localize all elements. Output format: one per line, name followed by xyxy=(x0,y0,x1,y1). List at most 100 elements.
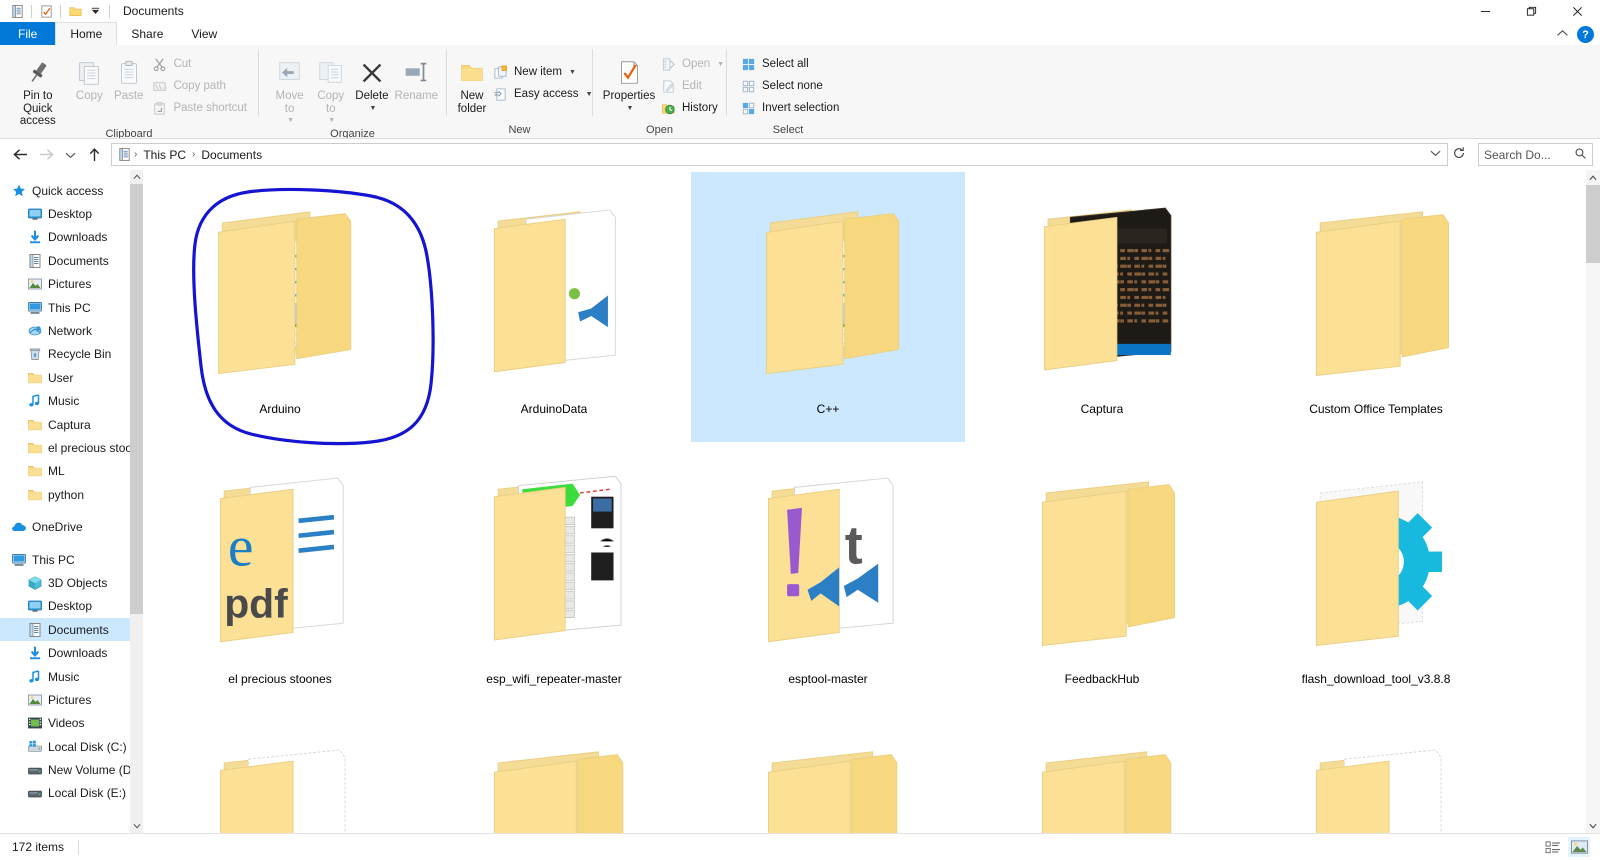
move-to-button[interactable]: Move to ▼ xyxy=(269,50,310,128)
select-all-button[interactable]: Select all xyxy=(737,53,844,75)
address-dropdown-button[interactable] xyxy=(1425,149,1445,160)
sidebar-item-documents[interactable]: Documents xyxy=(0,618,143,642)
refresh-button[interactable] xyxy=(1448,146,1470,163)
tab-share[interactable]: Share xyxy=(117,22,177,45)
qat-new-folder-icon[interactable] xyxy=(65,1,85,21)
easy-access-button[interactable]: Easy access ▼ xyxy=(489,83,598,105)
paste-button[interactable]: Paste xyxy=(109,50,148,103)
sidebar-item-local-disk-e[interactable]: Local Disk (E:) xyxy=(0,782,143,805)
sidebar-item-local-disk-c[interactable]: Local Disk (C:) xyxy=(0,735,143,758)
navigation-pane[interactable]: Quick access Desktop Downloads Documents Pic… xyxy=(0,170,143,833)
sidebar-item-recycle-bin[interactable]: Recycle Bin xyxy=(0,343,143,366)
file-item[interactable]: e pdf el precious stoones xyxy=(143,442,417,712)
sidebar-item-network[interactable]: Network xyxy=(0,319,143,342)
new-item-caret-icon[interactable]: ▼ xyxy=(569,69,576,76)
sidebar-item-el-precious-stoone[interactable]: el precious stoone xyxy=(0,436,143,459)
new-folder-button[interactable]: New folder xyxy=(455,50,489,115)
back-button[interactable] xyxy=(7,142,33,168)
edit-button[interactable]: Edit xyxy=(657,75,729,97)
rename-button[interactable]: Rename xyxy=(393,50,440,103)
up-button[interactable] xyxy=(81,142,107,168)
address-path-box[interactable]: › This PC › Documents xyxy=(111,143,1448,166)
content-scroll-up-button[interactable] xyxy=(1586,170,1600,185)
minimize-button[interactable] xyxy=(1462,0,1508,22)
qat-properties-checkmark-icon[interactable] xyxy=(36,1,56,21)
qat-customize-dropdown-icon[interactable] xyxy=(85,1,105,21)
navigation-scrollbar[interactable] xyxy=(130,170,143,833)
details-view-button[interactable] xyxy=(1542,837,1564,857)
copy-to-button[interactable]: Copy to ▼ xyxy=(310,50,351,128)
sidebar-item-python[interactable]: python xyxy=(0,483,143,506)
file-item[interactable]: Custom Office Templates xyxy=(1239,172,1513,442)
new-item-button[interactable]: New item ▼ xyxy=(489,61,598,83)
maximize-button[interactable] xyxy=(1508,0,1554,22)
move-to-caret-icon[interactable]: ▼ xyxy=(287,115,294,128)
file-item[interactable] xyxy=(417,712,691,833)
content-scrollbar-thumb[interactable] xyxy=(1586,185,1600,263)
file-item[interactable]: ArduinoData xyxy=(417,172,691,442)
help-button[interactable]: ? xyxy=(1577,26,1594,43)
sidebar-item-pictures[interactable]: Pictures xyxy=(0,688,143,711)
sidebar-item-pictures[interactable]: Pictures xyxy=(0,273,143,296)
paste-shortcut-button[interactable]: Paste shortcut xyxy=(148,97,252,119)
nav-scroll-up-button[interactable] xyxy=(130,170,143,184)
delete-button[interactable]: Delete ▼ xyxy=(351,50,392,115)
sidebar-item-this-pc[interactable]: This PC xyxy=(0,548,143,571)
large-icons-view-button[interactable] xyxy=(1568,837,1590,857)
sidebar-item-onedrive[interactable]: OneDrive xyxy=(0,515,143,538)
sidebar-item-captura[interactable]: Captura xyxy=(0,413,143,436)
easy-access-caret-icon[interactable]: ▼ xyxy=(586,91,593,98)
delete-caret-icon[interactable]: ▼ xyxy=(369,103,376,116)
sidebar-item-this-pc[interactable]: This PC xyxy=(0,296,143,319)
file-item[interactable]: t esptool-master xyxy=(691,442,965,712)
tab-home[interactable]: Home xyxy=(55,22,118,45)
sidebar-item-3d-objects[interactable]: 3D Objects xyxy=(0,571,143,594)
nav-scroll-down-button[interactable] xyxy=(130,819,143,833)
content-scrollbar[interactable] xyxy=(1586,170,1600,833)
collapse-ribbon-button[interactable] xyxy=(1556,29,1569,41)
properties-caret-icon[interactable]: ▼ xyxy=(627,103,634,116)
close-button[interactable] xyxy=(1554,0,1600,22)
file-item[interactable] xyxy=(965,712,1239,833)
sidebar-item-desktop[interactable]: Desktop xyxy=(0,202,143,225)
sidebar-item-downloads[interactable]: Downloads xyxy=(0,226,143,249)
file-item[interactable] xyxy=(1239,712,1513,833)
recent-locations-button[interactable] xyxy=(59,142,81,168)
sidebar-item-ml[interactable]: ML xyxy=(0,460,143,483)
cut-button[interactable]: Cut xyxy=(148,53,252,75)
file-item[interactable]: C++ xyxy=(691,172,965,442)
pin-to-quick-access-button[interactable]: Pin to Quick access xyxy=(6,50,70,128)
sidebar-item-music[interactable]: Music xyxy=(0,390,143,413)
breadcrumb-this-pc[interactable]: This PC xyxy=(138,148,191,162)
file-item[interactable] xyxy=(691,712,965,833)
sidebar-item-new-volume-d[interactable]: New Volume (D:) xyxy=(0,758,143,781)
invert-selection-button[interactable]: Invert selection xyxy=(737,97,844,119)
file-item[interactable]: Arduino xyxy=(143,172,417,442)
sidebar-item-user[interactable]: User xyxy=(0,366,143,389)
open-button[interactable]: Open ▼ xyxy=(657,53,729,75)
copy-button[interactable]: Copy xyxy=(70,50,109,103)
search-input[interactable]: Search Do... xyxy=(1478,143,1593,166)
breadcrumb-documents[interactable]: Documents xyxy=(196,148,267,162)
file-item[interactable]: flash_download_tool_v3.8.8 xyxy=(1239,442,1513,712)
sidebar-item-documents[interactable]: Documents xyxy=(0,249,143,272)
file-item[interactable]: Captura xyxy=(965,172,1239,442)
file-item[interactable]: FeedbackHub xyxy=(965,442,1239,712)
sidebar-item-quick-access[interactable]: Quick access xyxy=(0,179,143,202)
file-item[interactable] xyxy=(143,712,417,833)
copy-to-caret-icon[interactable]: ▼ xyxy=(328,115,335,128)
file-item[interactable]: cfg_0cfg_1cfg_2cfg_3cfg_4cfg_5cfg_6cfg_7… xyxy=(417,442,691,712)
tab-file[interactable]: File xyxy=(0,22,56,45)
copy-path-button[interactable]: \\.. Copy path xyxy=(148,75,252,97)
sidebar-item-desktop[interactable]: Desktop xyxy=(0,595,143,618)
tab-view[interactable]: View xyxy=(177,22,231,45)
sidebar-item-music[interactable]: Music xyxy=(0,665,143,688)
properties-button[interactable]: Properties ▼ xyxy=(601,50,657,115)
history-button[interactable]: History xyxy=(657,97,729,119)
open-caret-icon[interactable]: ▼ xyxy=(717,61,724,68)
forward-button[interactable] xyxy=(33,142,59,168)
nav-scrollbar-thumb[interactable] xyxy=(130,184,143,614)
select-none-button[interactable]: Select none xyxy=(737,75,844,97)
content-scroll-down-button[interactable] xyxy=(1586,818,1600,833)
qat-documents-icon[interactable] xyxy=(7,1,27,21)
